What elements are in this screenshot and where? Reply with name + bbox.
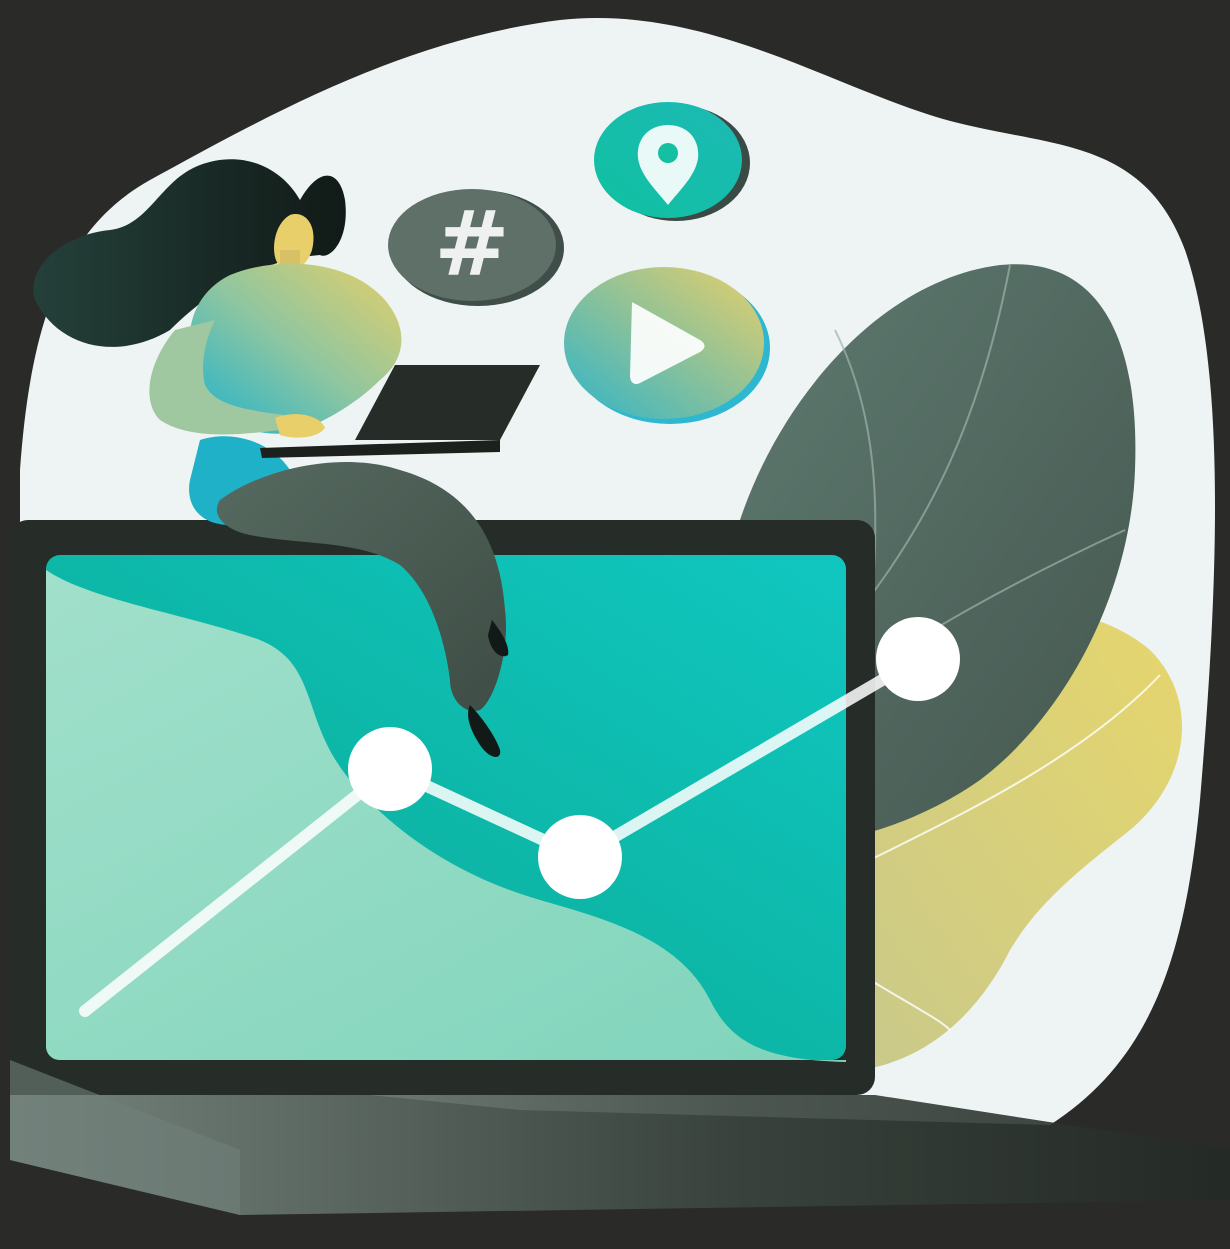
- chart-point-3: [538, 815, 622, 899]
- illustration: #: [0, 0, 1230, 1249]
- chart-point-4: [876, 617, 960, 701]
- chart-point-2: [348, 727, 432, 811]
- illustration-canvas: #: [10, 18, 1230, 1215]
- hashtag-icon: #: [434, 192, 509, 297]
